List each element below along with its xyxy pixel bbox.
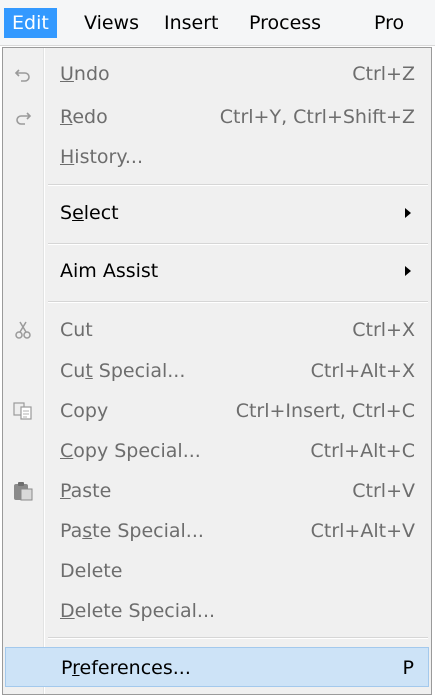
- menu-item-redo[interactable]: Redo Ctrl+Y, Ctrl+Shift+Z: [5, 97, 429, 137]
- menu-item-shortcut: Ctrl+Alt+X: [310, 360, 415, 382]
- menu-item-select[interactable]: Select: [5, 193, 429, 233]
- menu-bar: Edit Views Insert Process Pro: [0, 0, 435, 46]
- menu-item-label: History...: [60, 146, 144, 168]
- menu-item-cut-special[interactable]: Cut Special... Ctrl+Alt+X: [5, 351, 429, 391]
- menu-item-label: Paste: [60, 480, 112, 502]
- menu-item-label: Redo: [60, 106, 108, 128]
- menu-item-copy-special[interactable]: Copy Special... Ctrl+Alt+C: [5, 431, 429, 471]
- edit-dropdown-menu: Undo Ctrl+Z Redo Ctrl+Y, Ctrl+Shift+Z Hi…: [2, 47, 432, 695]
- menu-item-label: Undo: [60, 63, 110, 85]
- menu-views[interactable]: Views: [76, 8, 147, 38]
- menu-item-shortcut: Ctrl+Insert, Ctrl+C: [235, 400, 415, 422]
- menu-separator: [48, 184, 428, 186]
- menu-item-label: Cut Special...: [60, 360, 186, 382]
- menu-item-label: Select: [60, 202, 119, 224]
- menu-edit[interactable]: Edit: [4, 8, 57, 38]
- menu-item-shortcut: Ctrl+X: [352, 319, 415, 341]
- menu-item-label: Delete Special...: [60, 600, 216, 622]
- copy-icon: [13, 401, 33, 421]
- menu-item-copy[interactable]: Copy Ctrl+Insert, Ctrl+C: [5, 391, 429, 431]
- menu-item-label: Paste Special...: [60, 520, 204, 542]
- menu-item-shortcut: P: [402, 657, 414, 679]
- menu-item-delete[interactable]: Delete: [5, 551, 429, 591]
- menu-process[interactable]: Process: [241, 8, 329, 38]
- submenu-arrow-icon: [405, 266, 411, 276]
- paste-icon: [13, 481, 33, 501]
- menu-item-label: Copy: [60, 400, 109, 422]
- menu-item-cut[interactable]: Cut Ctrl+X: [5, 310, 429, 350]
- menu-item-undo[interactable]: Undo Ctrl+Z: [5, 54, 429, 94]
- menu-item-delete-special[interactable]: Delete Special...: [5, 591, 429, 631]
- menu-pro[interactable]: Pro: [366, 8, 412, 38]
- menu-item-label: Delete: [60, 560, 123, 582]
- menu-item-label: Cut: [60, 319, 93, 341]
- menu-item-label: Aim Assist: [60, 260, 159, 282]
- menu-item-aim-assist[interactable]: Aim Assist: [5, 251, 429, 291]
- menu-item-shortcut: Ctrl+Y, Ctrl+Shift+Z: [219, 106, 415, 128]
- menu-item-shortcut: Ctrl+Alt+V: [310, 520, 415, 542]
- menu-item-label: Copy Special...: [60, 440, 201, 462]
- menu-separator: [48, 243, 428, 245]
- menu-item-paste[interactable]: Paste Ctrl+V: [5, 471, 429, 511]
- redo-icon: [13, 107, 33, 127]
- menu-item-preferences[interactable]: Preferences... P: [5, 647, 429, 687]
- menu-insert[interactable]: Insert: [156, 8, 227, 38]
- menu-separator: [48, 637, 428, 639]
- menu-item-label: Preferences...: [61, 657, 191, 679]
- menu-item-shortcut: Ctrl+Alt+C: [310, 440, 415, 462]
- submenu-arrow-icon: [405, 208, 411, 218]
- menu-item-shortcut: Ctrl+Z: [352, 63, 415, 85]
- scissors-icon: [13, 320, 33, 340]
- menu-item-paste-special[interactable]: Paste Special... Ctrl+Alt+V: [5, 511, 429, 551]
- undo-icon: [13, 64, 33, 84]
- menu-separator: [48, 301, 428, 303]
- menu-item-shortcut: Ctrl+V: [352, 480, 415, 502]
- menu-item-history[interactable]: History...: [5, 137, 429, 177]
